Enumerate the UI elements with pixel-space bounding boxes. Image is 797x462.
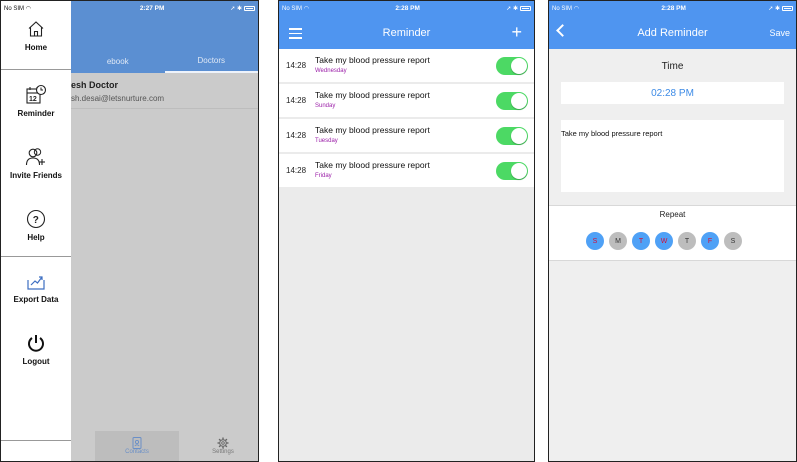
divider [1,69,71,70]
reminder-text: Take my blood pressure report [315,55,430,65]
svg-text:12: 12 [29,96,37,103]
menu-label-logout: Logout [22,357,50,366]
tab-doctors[interactable]: Doctors [164,49,258,73]
add-reminder-form: Time 02:28 PM Take my blood pressure rep… [549,49,796,461]
help-icon: ? [26,209,46,229]
add-reminder-screen: No SIM ◠ 2:28 PM ➚ ✱ Add Reminder Save T… [548,0,797,462]
tab-contacts-label: Contacts [125,449,149,455]
home-icon [28,21,44,37]
time-picker-field[interactable]: 02:28 PM [561,82,784,104]
menu-label-help: Help [27,233,45,242]
day-toggle-thursday[interactable]: T [678,232,696,250]
drawer-status-bar: No SIM ◠ [1,1,71,15]
reminder-toggle[interactable] [496,92,528,110]
menu-item-logout[interactable]: Logout [1,333,71,366]
status-carrier: No SIM ◠ [4,5,31,12]
nav-bar: No SIM ◠ 2:28 PM ➚ ✱ Add Reminder Save [549,1,796,49]
day-toggle-sunday[interactable]: S [586,232,604,250]
tab-settings-label: Settings [212,449,234,455]
battery-icon: ➚ ✱ [230,5,255,12]
svg-text:?: ? [33,215,39,226]
status-carrier: No SIM ◠ [282,5,309,12]
side-drawer: No SIM ◠ Home 12 Reminder Invite Friends… [1,1,71,461]
divider [1,440,71,441]
reminder-text: Take my blood pressure report [315,125,430,135]
list-item[interactable]: 14:28 Take my blood pressure report Sund… [279,84,534,117]
list-item[interactable]: 14:28 Take my blood pressure report Tues… [279,119,534,152]
reminder-day: Friday [315,173,332,179]
day-toggle-saturday[interactable]: S [724,232,742,250]
reminder-text: Take my blood pressure report [315,160,430,170]
reminder-day: Tuesday [315,138,338,144]
contacts-header: 2:27 PM ➚ ✱ ebook Doctors [71,1,258,73]
contacts-background: 2:27 PM ➚ ✱ ebook Doctors esh Doctor sh.… [71,1,258,461]
day-toggle-friday[interactable]: F [701,232,719,250]
page-title: Reminder [382,27,431,39]
menu-label-invite: Invite Friends [9,171,62,180]
power-icon [28,335,44,352]
contact-row[interactable]: esh Doctor sh.desai@letsnurture.com [71,75,258,109]
reminder-text: Take my blood pressure report [315,90,430,100]
add-reminder-button[interactable]: + [511,23,522,41]
status-time: 2:28 PM [395,4,420,12]
contacts-icon [132,437,142,449]
list-item[interactable]: 14:28 Take my blood pressure report Wedn… [279,49,534,82]
save-button[interactable]: Save [769,28,790,38]
contact-email: sh.desai@letsnurture.com [71,94,165,103]
menu-label-home: Home [24,43,48,52]
drawer-screen: 2:27 PM ➚ ✱ ebook Doctors esh Doctor sh.… [0,0,259,462]
reminder-time: 14:28 [286,131,307,140]
divider [1,256,71,257]
status-time: 2:28 PM [661,4,686,12]
day-selector: S M T W T F S [586,232,742,250]
tab-settings[interactable]: Settings [181,431,258,461]
menu-item-export-data[interactable]: Export Data [1,271,71,304]
menu-label-export: Export Data [13,295,59,304]
reminder-day: Wednesday [315,68,347,74]
menu-item-reminder[interactable]: 12 Reminder [1,84,71,118]
reminder-text-field[interactable]: Take my blood pressure report [561,120,784,192]
contact-name: esh Doctor [71,80,119,90]
reminder-time: 14:28 [286,166,307,175]
repeat-section: Repeat S M T W T F S [549,205,796,261]
status-bar: 2:27 PM ➚ ✱ [71,1,258,15]
page-title: Add Reminder [637,27,708,39]
reminder-toggle[interactable] [496,57,528,75]
add-user-icon [25,148,45,166]
gear-icon [217,437,229,449]
list-item[interactable]: 14:28 Take my blood pressure report Frid… [279,154,534,187]
reminder-list-screen: No SIM ◠ 2:28 PM ➚ ✱ Reminder + 14:28 Ta… [278,0,535,462]
tab-phonebook[interactable]: ebook [71,49,165,73]
day-toggle-tuesday[interactable]: T [632,232,650,250]
battery-icon: ➚ ✱ [768,5,793,12]
menu-item-help[interactable]: ? Help [1,209,71,242]
reminder-list: 14:28 Take my blood pressure report Wedn… [279,49,534,461]
calendar-clock-icon: 12 [26,84,47,104]
menu-label-reminder: Reminder [17,109,55,118]
status-bar: No SIM ◠ 2:28 PM ➚ ✱ [549,1,796,15]
nav-bar: No SIM ◠ 2:28 PM ➚ ✱ Reminder + [279,1,534,49]
battery-icon: ➚ ✱ [506,5,531,12]
reminder-toggle[interactable] [496,127,528,145]
repeat-label: Repeat [659,210,686,219]
menu-item-invite-friends[interactable]: Invite Friends [1,147,71,180]
status-carrier: No SIM ◠ [552,5,579,12]
export-icon [27,276,45,290]
contacts-tabs: ebook Doctors [71,49,258,73]
reminder-day: Sunday [315,103,336,109]
time-label: Time [661,61,684,72]
status-time: 2:27 PM [139,4,165,12]
wifi-icon: ◠ [25,5,31,12]
day-toggle-monday[interactable]: M [609,232,627,250]
menu-item-home[interactable]: Home [1,19,71,52]
day-toggle-wednesday[interactable]: W [655,232,673,250]
status-bar: No SIM ◠ 2:28 PM ➚ ✱ [279,1,534,15]
tab-contacts[interactable]: Contacts [95,431,179,461]
reminder-time: 14:28 [286,61,307,70]
reminder-toggle[interactable] [496,162,528,180]
reminder-time: 14:28 [286,96,307,105]
